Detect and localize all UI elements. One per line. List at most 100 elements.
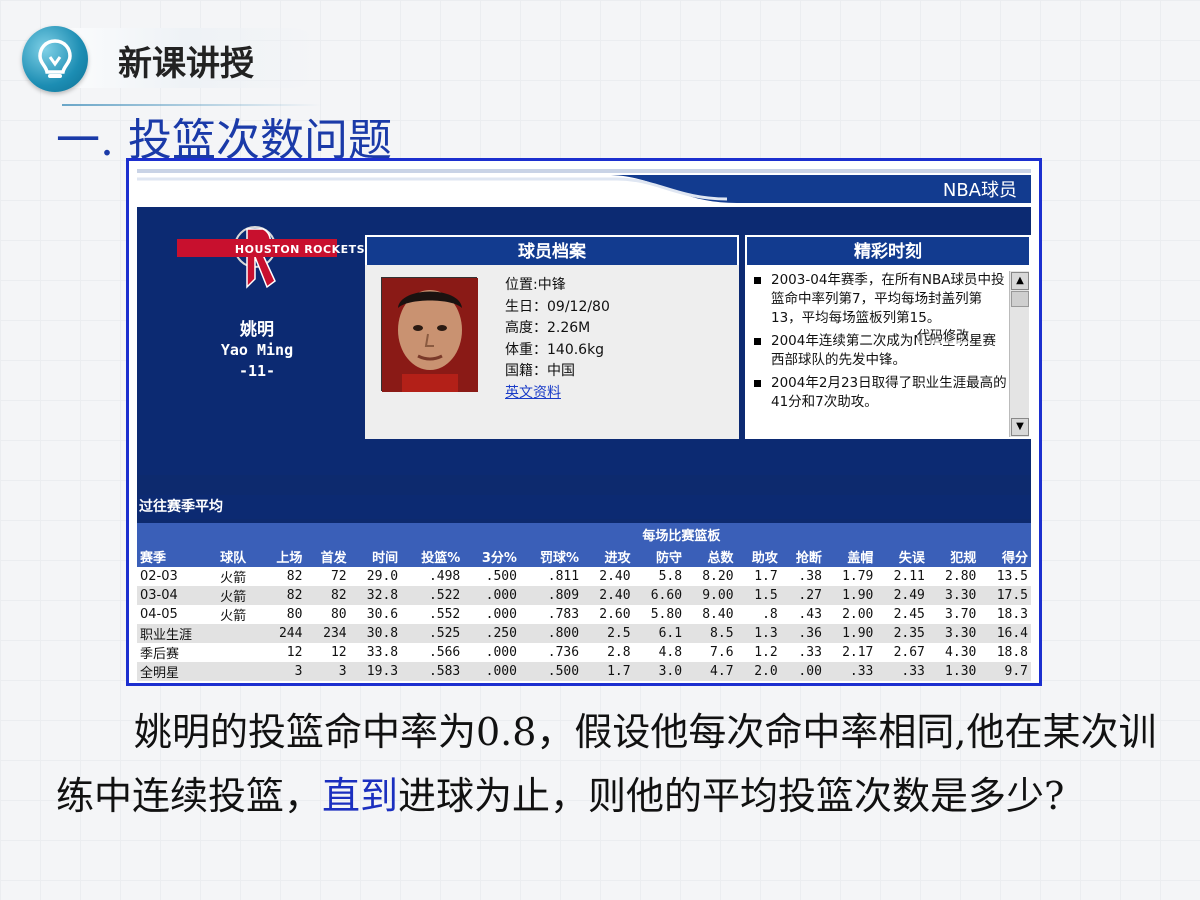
rebound-group-header: 每场比赛篮板 (582, 523, 781, 545)
stats-cell: 3.30 (927, 624, 980, 643)
stats-cell: .000 (463, 643, 520, 662)
stats-cell: 2.8 (582, 643, 634, 662)
profile-info: 位置:中锋 生日：09/12/80 高度：2.26M 体重：140.6kg 国籍… (505, 275, 610, 405)
stats-cell: 16.4 (979, 624, 1031, 643)
stats-cell: 32.8 (349, 586, 402, 605)
stats-column-header: 上场 (261, 545, 306, 567)
profile-weight: 体重：140.6kg (505, 341, 605, 358)
stats-cell: .43 (780, 605, 825, 624)
stats-cell: .27 (780, 586, 825, 605)
stats-cell: 1.90 (824, 624, 877, 643)
stats-cell (217, 624, 262, 643)
stats-cell: 19.3 (349, 662, 402, 681)
stats-cell: 4.7 (685, 662, 737, 681)
stats-cell: 2.0 (736, 662, 781, 681)
stats-cell: 234 (305, 624, 350, 643)
stats-table-wrap: 每场比赛篮板 赛季 球队 上场 首发 时间 投篮% 3分% 罚球% 进攻 防守 总数 助攻 抢断 盖帽 失误… (137, 523, 1031, 681)
stats-column-header: 盖帽 (824, 545, 877, 567)
question-part2: 进球为止，则他的平均投篮次数是多少? (398, 774, 1065, 818)
stats-cell: 1.30 (927, 662, 980, 681)
stats-cell: .36 (780, 624, 825, 643)
stats-cell: 1.3 (736, 624, 781, 643)
stats-cell: 火箭 (217, 567, 262, 586)
stats-cell: 7.6 (685, 643, 737, 662)
stats-cell: 1.79 (824, 567, 877, 586)
stats-cell: 18.3 (979, 605, 1031, 624)
stats-row: 季后赛 12 12 33.8.566.000.736 2.8 4.8 7.6 1.2.33 2.… (137, 643, 1031, 662)
stats-cell: 8.5 (685, 624, 737, 643)
header-title: 新课讲授 (118, 44, 254, 84)
stats-cell: 2.11 (876, 567, 928, 586)
stats-column-header: 总数 (685, 545, 737, 567)
nba-title: NBA球员 (942, 180, 1017, 201)
stats-cell: .000 (463, 662, 520, 681)
panel-body: HOUSTON ROCKETS 姚明 Yao Ming -11- 球员档案 位置… (137, 207, 1031, 681)
stats-cell: .33 (780, 643, 825, 662)
stats-cell: 82 (261, 586, 306, 605)
stats-cell: 04-05 (137, 605, 218, 624)
stats-cell: 13.5 (979, 567, 1031, 586)
stats-cell: 3 (261, 662, 306, 681)
stats-cell: .38 (780, 567, 825, 586)
stats-row: 全明星 3 3 19.3.583.000.500 1.7 3.0 4.7 2.0.00.33.… (137, 662, 1031, 681)
rockets-logo: HOUSTON ROCKETS (177, 221, 365, 295)
stats-row: 04-05 火箭 80 80 30.6.552.000.783 2.60 5.80 8.40.… (137, 605, 1031, 624)
stats-group-row: 每场比赛篮板 (137, 523, 1031, 545)
stats-cell: .00 (780, 662, 825, 681)
highlights-box: 精彩时刻 2003-04年赛季，在所有NBA球员中投篮命中率列第7，平均每场封盖… (745, 235, 1031, 439)
player-number: -11- (238, 362, 276, 380)
stats-cell: 29.0 (349, 567, 402, 586)
stats-cell: 2.5 (582, 624, 634, 643)
profile-nationality: 国籍：中国 (505, 363, 575, 380)
stats-column-header: 时间 (349, 545, 402, 567)
question-text: 姚明的投篮命中率为0.8，假设他每次命中率相同,他在某次训练中连续投篮，直到进球… (56, 700, 1166, 828)
stats-cell: 火箭 (217, 605, 262, 624)
highlights-scrollbar[interactable]: ▲ ▼ (1009, 271, 1029, 437)
group-spacer (780, 523, 1031, 545)
scroll-thumb[interactable] (1011, 291, 1029, 307)
stats-cell: .583 (401, 662, 464, 681)
profile-position: 位置:中锋 (505, 277, 566, 293)
stats-column-header: 犯规 (927, 545, 980, 567)
stats-cell: 82 (305, 586, 350, 605)
stats-cell: 33.8 (349, 643, 402, 662)
stats-cell: 1.2 (736, 643, 781, 662)
stats-cell: 3.70 (927, 605, 980, 624)
stats-cell: 18.8 (979, 643, 1031, 662)
scroll-down-icon[interactable]: ▼ (1011, 418, 1029, 436)
stats-cell: 2.35 (876, 624, 928, 643)
stats-heading: 过往赛季平均 (137, 495, 1031, 519)
player-name-en: Yao Ming (220, 341, 294, 359)
stats-cell: 2.40 (582, 586, 634, 605)
stats-cell: 1.90 (824, 586, 877, 605)
profile-height: 高度：2.26M (505, 320, 591, 337)
stats-cell: 80 (305, 605, 350, 624)
stats-cell: 80 (261, 605, 306, 624)
stats-column-header: 罚球% (519, 545, 583, 567)
stats-row: 职业生涯 244 234 30.8.525.250.800 2.5 6.1 8.5 1.3.3… (137, 624, 1031, 643)
stats-column-header: 抢断 (780, 545, 825, 567)
stats-column-header: 首发 (305, 545, 350, 567)
english-profile-link[interactable]: 英文资料 (505, 383, 610, 405)
nba-player-panel: NBA球员 HOUSTON ROCKETS 姚明 Yao Ming -11- 球… (126, 158, 1042, 686)
scroll-up-icon[interactable]: ▲ (1011, 272, 1029, 290)
stats-cell: .250 (463, 624, 520, 643)
stats-cell: 1.7 (582, 662, 634, 681)
stats-column-header: 3分% (463, 545, 520, 567)
stats-cell: 6.60 (633, 586, 686, 605)
stats-cell: 9.7 (979, 662, 1031, 681)
stats-cell: 4.8 (633, 643, 686, 662)
stats-column-header: 进攻 (582, 545, 634, 567)
profile-box: 球员档案 位置:中锋 生日：09/12/80 高度：2.26M 体重：140.6… (365, 235, 739, 439)
stats-cell: 2.49 (876, 586, 928, 605)
stats-cell: 244 (261, 624, 306, 643)
stats-cell: 2.45 (876, 605, 928, 624)
question-emphasis: 直到 (322, 774, 399, 818)
stats-cell: 5.80 (633, 605, 686, 624)
stats-cell: 12 (261, 643, 306, 662)
stats-cell: 4.30 (927, 643, 980, 662)
stats-cell: 2.40 (582, 567, 634, 586)
stats-cell: 1.7 (736, 567, 781, 586)
stats-cell: 2.00 (824, 605, 877, 624)
team-name: HOUSTON ROCKETS (234, 243, 366, 256)
